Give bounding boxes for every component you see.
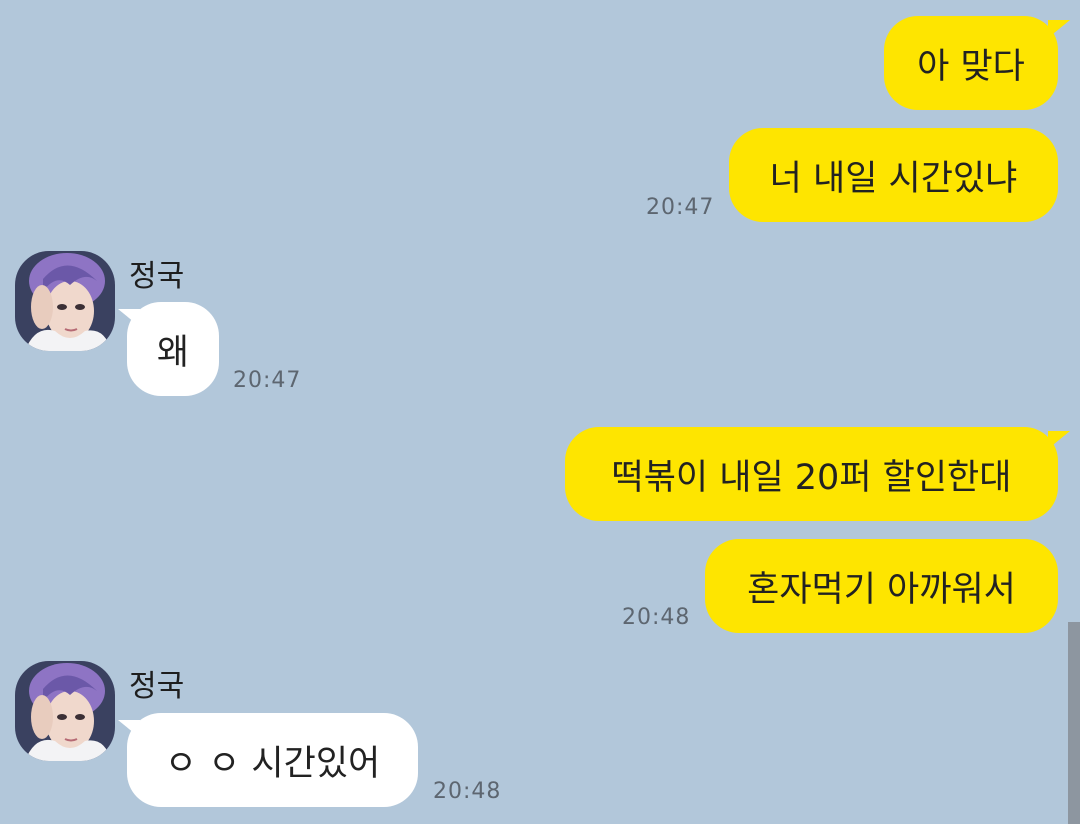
- sender-name: 정국: [129, 259, 185, 294]
- message-text: 혼자먹기 아까워서: [747, 569, 1016, 610]
- bubble-tail: [118, 309, 140, 327]
- profile-photo-icon: [15, 251, 115, 351]
- message-text: 아 맞다: [917, 46, 1025, 87]
- message-text: 왜: [156, 332, 190, 373]
- bubble-tail: [1048, 431, 1070, 449]
- avatar[interactable]: [15, 661, 115, 761]
- bubble-tail: [118, 720, 140, 738]
- my-message-bubble[interactable]: 너 내일 시간있냐: [729, 128, 1058, 222]
- my-message-bubble[interactable]: 아 맞다: [884, 16, 1058, 110]
- my-message-bubble[interactable]: 떡볶이 내일 20퍼 할인한대: [565, 427, 1058, 521]
- other-message-bubble[interactable]: ㅇ ㅇ 시간있어: [127, 713, 418, 807]
- message-time: 20:47: [646, 195, 715, 220]
- message-text: ㅇ ㅇ 시간있어: [164, 743, 381, 784]
- other-message-bubble[interactable]: 왜: [127, 302, 219, 396]
- profile-photo-icon: [15, 661, 115, 761]
- scrollbar[interactable]: [1068, 622, 1080, 824]
- message-text: 떡볶이 내일 20퍼 할인한대: [611, 457, 1012, 498]
- message-time: 20:48: [433, 779, 502, 804]
- message-text: 너 내일 시간있냐: [769, 158, 1018, 199]
- my-message-bubble[interactable]: 혼자먹기 아까워서: [705, 539, 1058, 633]
- avatar[interactable]: [15, 251, 115, 351]
- message-time: 20:48: [622, 605, 691, 630]
- message-time: 20:47: [233, 368, 302, 393]
- bubble-tail: [1048, 20, 1070, 38]
- sender-name: 정국: [129, 669, 185, 704]
